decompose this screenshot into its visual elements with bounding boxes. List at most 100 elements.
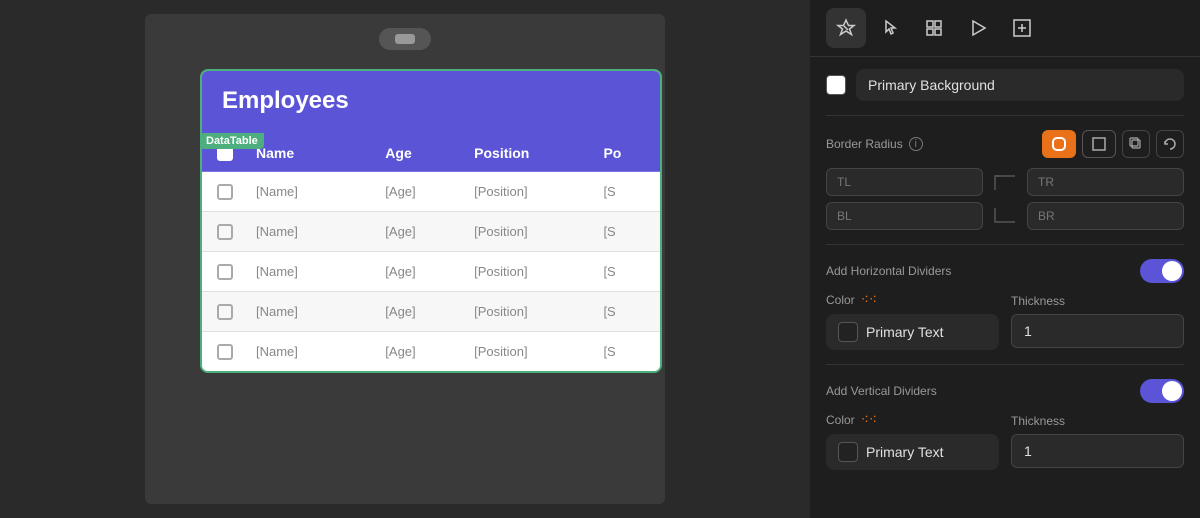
cell-extra-1: [S <box>595 212 660 251</box>
datatable[interactable]: Employees Name Age Position Po [Name] <box>200 69 662 373</box>
pointer-tool-button[interactable] <box>870 8 910 48</box>
play-tool-button[interactable] <box>958 8 998 48</box>
h-thickness-field[interactable]: 1 <box>1011 314 1184 348</box>
corner-lines-bottom-icon <box>991 206 1019 226</box>
separator-3 <box>826 364 1184 365</box>
cell-extra-0: [S <box>595 172 660 211</box>
table-row: [Name] [Age] [Position] [S <box>202 212 660 252</box>
v-color-thickness-row: Color ⁖⁖ Primary Text Thickness 1 <box>826 411 1184 470</box>
canvas-area: DataTable Employees Name Age Position Po <box>145 14 665 504</box>
row-checkbox[interactable] <box>217 184 233 200</box>
toolbar <box>810 0 1200 57</box>
cell-position-2: [Position] <box>466 252 595 291</box>
corner-icon-bottom <box>989 204 1021 228</box>
cell-name-2: [Name] <box>248 252 377 291</box>
table-row: [Name] [Age] [Position] [S <box>202 252 660 292</box>
add-frame-icon <box>1012 18 1032 38</box>
cell-age-2: [Age] <box>377 252 466 291</box>
h-color-thickness-row: Color ⁖⁖ Primary Text Thickness 1 <box>826 291 1184 350</box>
copy-icon[interactable] <box>1122 130 1150 158</box>
cell-name-0: [Name] <box>248 172 377 211</box>
corner-tl-field[interactable]: TL <box>826 168 983 196</box>
border-radius-row: Border Radius i <box>826 130 1184 158</box>
h-color-icon: ⁖⁖ <box>861 291 877 308</box>
v-color-text: Primary Text <box>866 444 944 460</box>
v-thickness-label: Thickness <box>1011 414 1184 428</box>
corner-bl-field[interactable]: BL <box>826 202 983 230</box>
border-radius-rounded-button[interactable] <box>1042 130 1076 158</box>
cell-extra-3: [S <box>595 292 660 331</box>
pill-button[interactable] <box>379 28 431 50</box>
table-row: [Name] [Age] [Position] [S <box>202 172 660 212</box>
corner-icon-top <box>989 170 1021 194</box>
cell-position-1: [Position] <box>466 212 595 251</box>
primary-background-swatch[interactable] <box>826 75 846 95</box>
layout-icon <box>924 18 944 38</box>
row-checkbox[interactable] <box>217 224 233 240</box>
rounded-all-icon <box>1051 136 1067 152</box>
col-header-extra: Po <box>595 135 660 171</box>
cell-age-4: [Age] <box>377 332 466 371</box>
add-frame-tool-button[interactable] <box>1002 8 1042 48</box>
reset-icon[interactable] <box>1156 130 1184 158</box>
row-checkbox[interactable] <box>217 264 233 280</box>
table-header-bg: Employees <box>202 71 660 135</box>
cell-position-4: [Position] <box>466 332 595 371</box>
separator-2 <box>826 244 1184 245</box>
v-thickness-section: Thickness 1 <box>1011 414 1184 468</box>
properties-content: Primary Background Border Radius i <box>810 57 1200 518</box>
row-checkbox-cell <box>202 264 248 280</box>
row-checkbox[interactable] <box>217 344 233 360</box>
horizontal-dividers-header: Add Horizontal Dividers <box>826 259 1184 283</box>
table-columns-row: Name Age Position Po <box>202 135 660 172</box>
primary-background-row: Primary Background <box>826 69 1184 101</box>
corner-lines-top-icon <box>991 172 1019 192</box>
copy-svg-icon <box>1129 137 1143 151</box>
cell-age-0: [Age] <box>377 172 466 211</box>
h-color-text: Primary Text <box>866 324 944 340</box>
vertical-dividers-toggle[interactable] <box>1140 379 1184 403</box>
h-color-label: Color ⁖⁖ <box>826 291 999 308</box>
table-body: [Name] [Age] [Position] [S [Name] [Age] … <box>202 172 660 371</box>
datatable-tag: DataTable <box>200 133 264 149</box>
vertical-dividers-section: Add Vertical Dividers Color ⁖⁖ Primary T… <box>826 379 1184 470</box>
canvas-panel: DataTable Employees Name Age Position Po <box>0 0 810 518</box>
col-header-position: Position <box>466 135 595 171</box>
play-icon <box>968 18 988 38</box>
v-color-label: Color ⁖⁖ <box>826 411 999 428</box>
table-row: [Name] [Age] [Position] [S <box>202 292 660 332</box>
corner-br-field[interactable]: BR <box>1027 202 1184 230</box>
v-thickness-field[interactable]: 1 <box>1011 434 1184 468</box>
row-checkbox-cell <box>202 344 248 360</box>
design-tool-button[interactable] <box>826 8 866 48</box>
v-color-swatch <box>838 442 858 462</box>
border-radius-label: Border Radius i <box>826 137 923 151</box>
vertical-dividers-header: Add Vertical Dividers <box>826 379 1184 403</box>
cell-age-3: [Age] <box>377 292 466 331</box>
vertical-dividers-label: Add Vertical Dividers <box>826 384 937 398</box>
square-corners-icon <box>1091 136 1107 152</box>
row-checkbox-cell <box>202 304 248 320</box>
info-icon: i <box>909 137 923 151</box>
primary-background-field[interactable]: Primary Background <box>856 69 1184 101</box>
layout-tool-button[interactable] <box>914 8 954 48</box>
corner-tr-field[interactable]: TR <box>1027 168 1184 196</box>
col-header-name: Name <box>248 135 377 171</box>
reset-svg-icon <box>1163 137 1177 151</box>
v-color-section: Color ⁖⁖ Primary Text <box>826 411 999 470</box>
corners-grid: TL TR BL <box>826 168 1184 230</box>
table-row: [Name] [Age] [Position] [S <box>202 332 660 371</box>
row-checkbox[interactable] <box>217 304 233 320</box>
horizontal-dividers-section: Add Horizontal Dividers Color ⁖⁖ Primary… <box>826 259 1184 350</box>
h-color-field[interactable]: Primary Text <box>826 314 999 350</box>
cell-name-1: [Name] <box>248 212 377 251</box>
border-radius-square-button[interactable] <box>1082 130 1116 158</box>
v-color-field[interactable]: Primary Text <box>826 434 999 470</box>
horizontal-dividers-toggle[interactable] <box>1140 259 1184 283</box>
cell-age-1: [Age] <box>377 212 466 251</box>
v-color-icon: ⁖⁖ <box>861 411 877 428</box>
design-icon <box>836 18 856 38</box>
table-title: Employees <box>202 87 369 115</box>
primary-background-label: Primary Background <box>868 77 995 93</box>
properties-panel: Primary Background Border Radius i <box>810 0 1200 518</box>
